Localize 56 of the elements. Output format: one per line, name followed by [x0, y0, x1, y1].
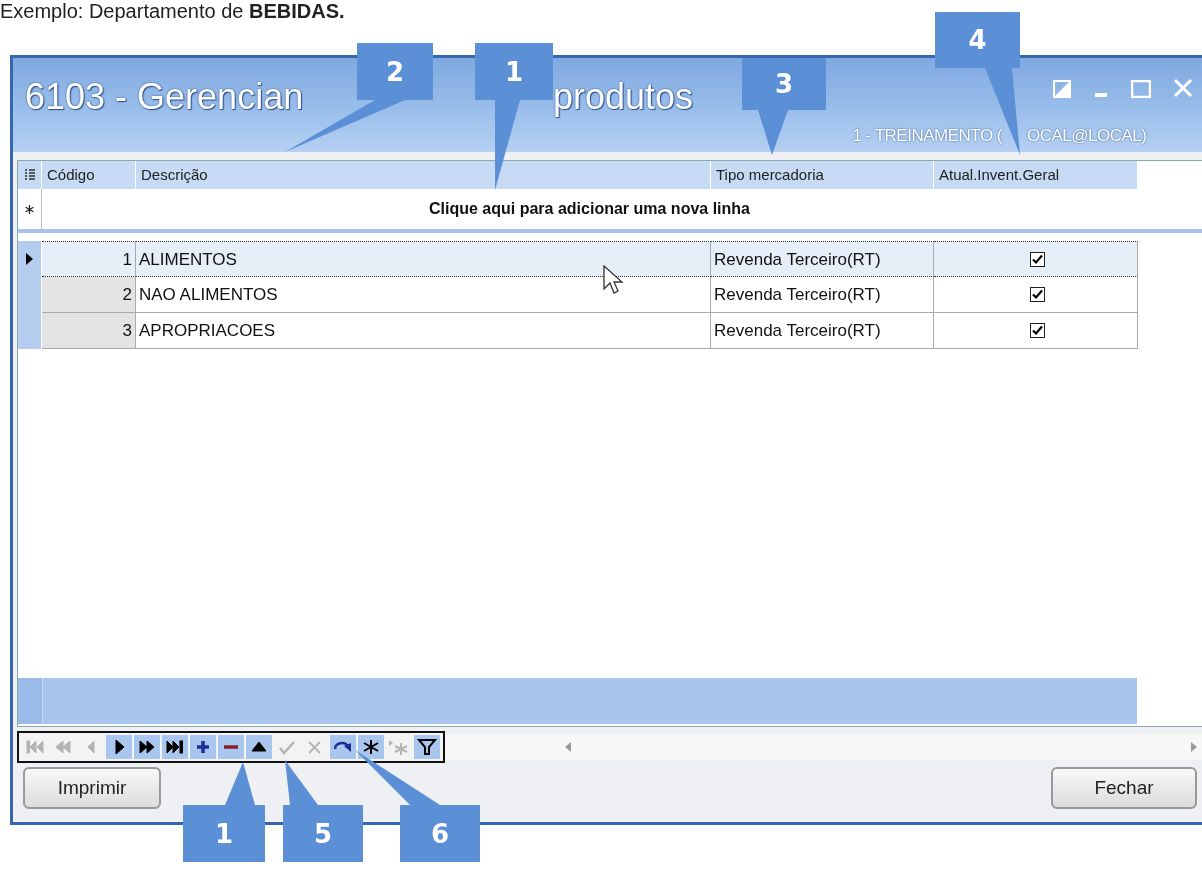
connection-label: OCAL@LOCAL) [1027, 126, 1147, 146]
navigator-button[interactable] [162, 735, 188, 759]
navigator-button[interactable] [246, 735, 272, 759]
first-icon [24, 737, 46, 757]
table-cell: Revenda Terceiro(RT) [711, 277, 934, 313]
column-header[interactable]: Código [42, 161, 136, 189]
navigator-button[interactable] [358, 735, 384, 759]
callout-number: 1 [214, 818, 234, 849]
window-title: 6103 - Gerencian [25, 76, 304, 118]
asterisk-icon [25, 204, 34, 214]
table-cell: Revenda Terceiro(RT) [711, 313, 934, 349]
current-row-icon [26, 253, 33, 265]
navigator-button[interactable] [106, 735, 132, 759]
navigator-button[interactable] [414, 735, 440, 759]
previous-icon [87, 740, 95, 754]
navigator-button[interactable] [330, 735, 356, 759]
funnel-icon [416, 737, 438, 757]
table-cell: 3 [42, 313, 136, 349]
horizontal-scrollbar[interactable] [445, 734, 1202, 760]
checkbox[interactable] [1029, 251, 1045, 267]
caption-text: Exemplo: Departamento de BEBIDAS. [0, 0, 345, 23]
checkbox[interactable] [1029, 323, 1045, 338]
connection-label: 1 - TREINAMENTO ( [852, 126, 1002, 146]
table-cell: Revenda Terceiro(RT) [711, 241, 934, 277]
callout-number: 5 [313, 818, 333, 849]
table-cell: APROPRIACOES [136, 313, 711, 349]
navigator-button[interactable] [218, 735, 244, 759]
checkbox[interactable] [1029, 287, 1045, 302]
navigator-button[interactable] [134, 735, 160, 759]
callout-number: 2 [385, 56, 405, 87]
column-header[interactable]: Atual.Invent.Geral [934, 161, 1138, 189]
window-title: produtos [553, 76, 694, 118]
callout-number: 3 [774, 69, 794, 99]
new-row-prompt[interactable]: Clique aqui para adicionar uma nova linha [42, 189, 1137, 229]
table-row[interactable]: 2 NAO ALIMENTOS Revenda Terceiro(RT) [18, 277, 1202, 313]
table-cell: 1 [42, 241, 136, 277]
last-icon [164, 737, 186, 757]
table-row[interactable]: 1 ALIMENTOS Revenda Terceiro(RT) [18, 241, 1202, 277]
scroll-right-icon[interactable] [1191, 742, 1197, 752]
column-header[interactable]: Descrição [136, 161, 711, 189]
print-button[interactable]: Imprimir [23, 767, 161, 809]
navigator-button[interactable] [190, 735, 216, 759]
table-cell: 2 [42, 277, 136, 313]
callout-number: 4 [968, 25, 987, 55]
table-cell: ALIMENTOS [136, 241, 711, 277]
callout-number: 1 [504, 56, 524, 87]
column-chooser[interactable] [18, 161, 42, 189]
callout-number: 6 [430, 818, 450, 849]
table-row[interactable]: 3 APROPRIACOES Revenda Terceiro(RT) [18, 313, 1202, 349]
close-button[interactable]: Fechar [1051, 767, 1197, 809]
list-icon [24, 169, 35, 181]
column-header[interactable]: Tipo mercadoria [711, 161, 934, 189]
mouse-cursor-icon [603, 265, 625, 295]
filter-asterisk-icon [388, 737, 410, 757]
scroll-left-icon[interactable] [565, 742, 571, 752]
minus-icon [223, 744, 239, 750]
